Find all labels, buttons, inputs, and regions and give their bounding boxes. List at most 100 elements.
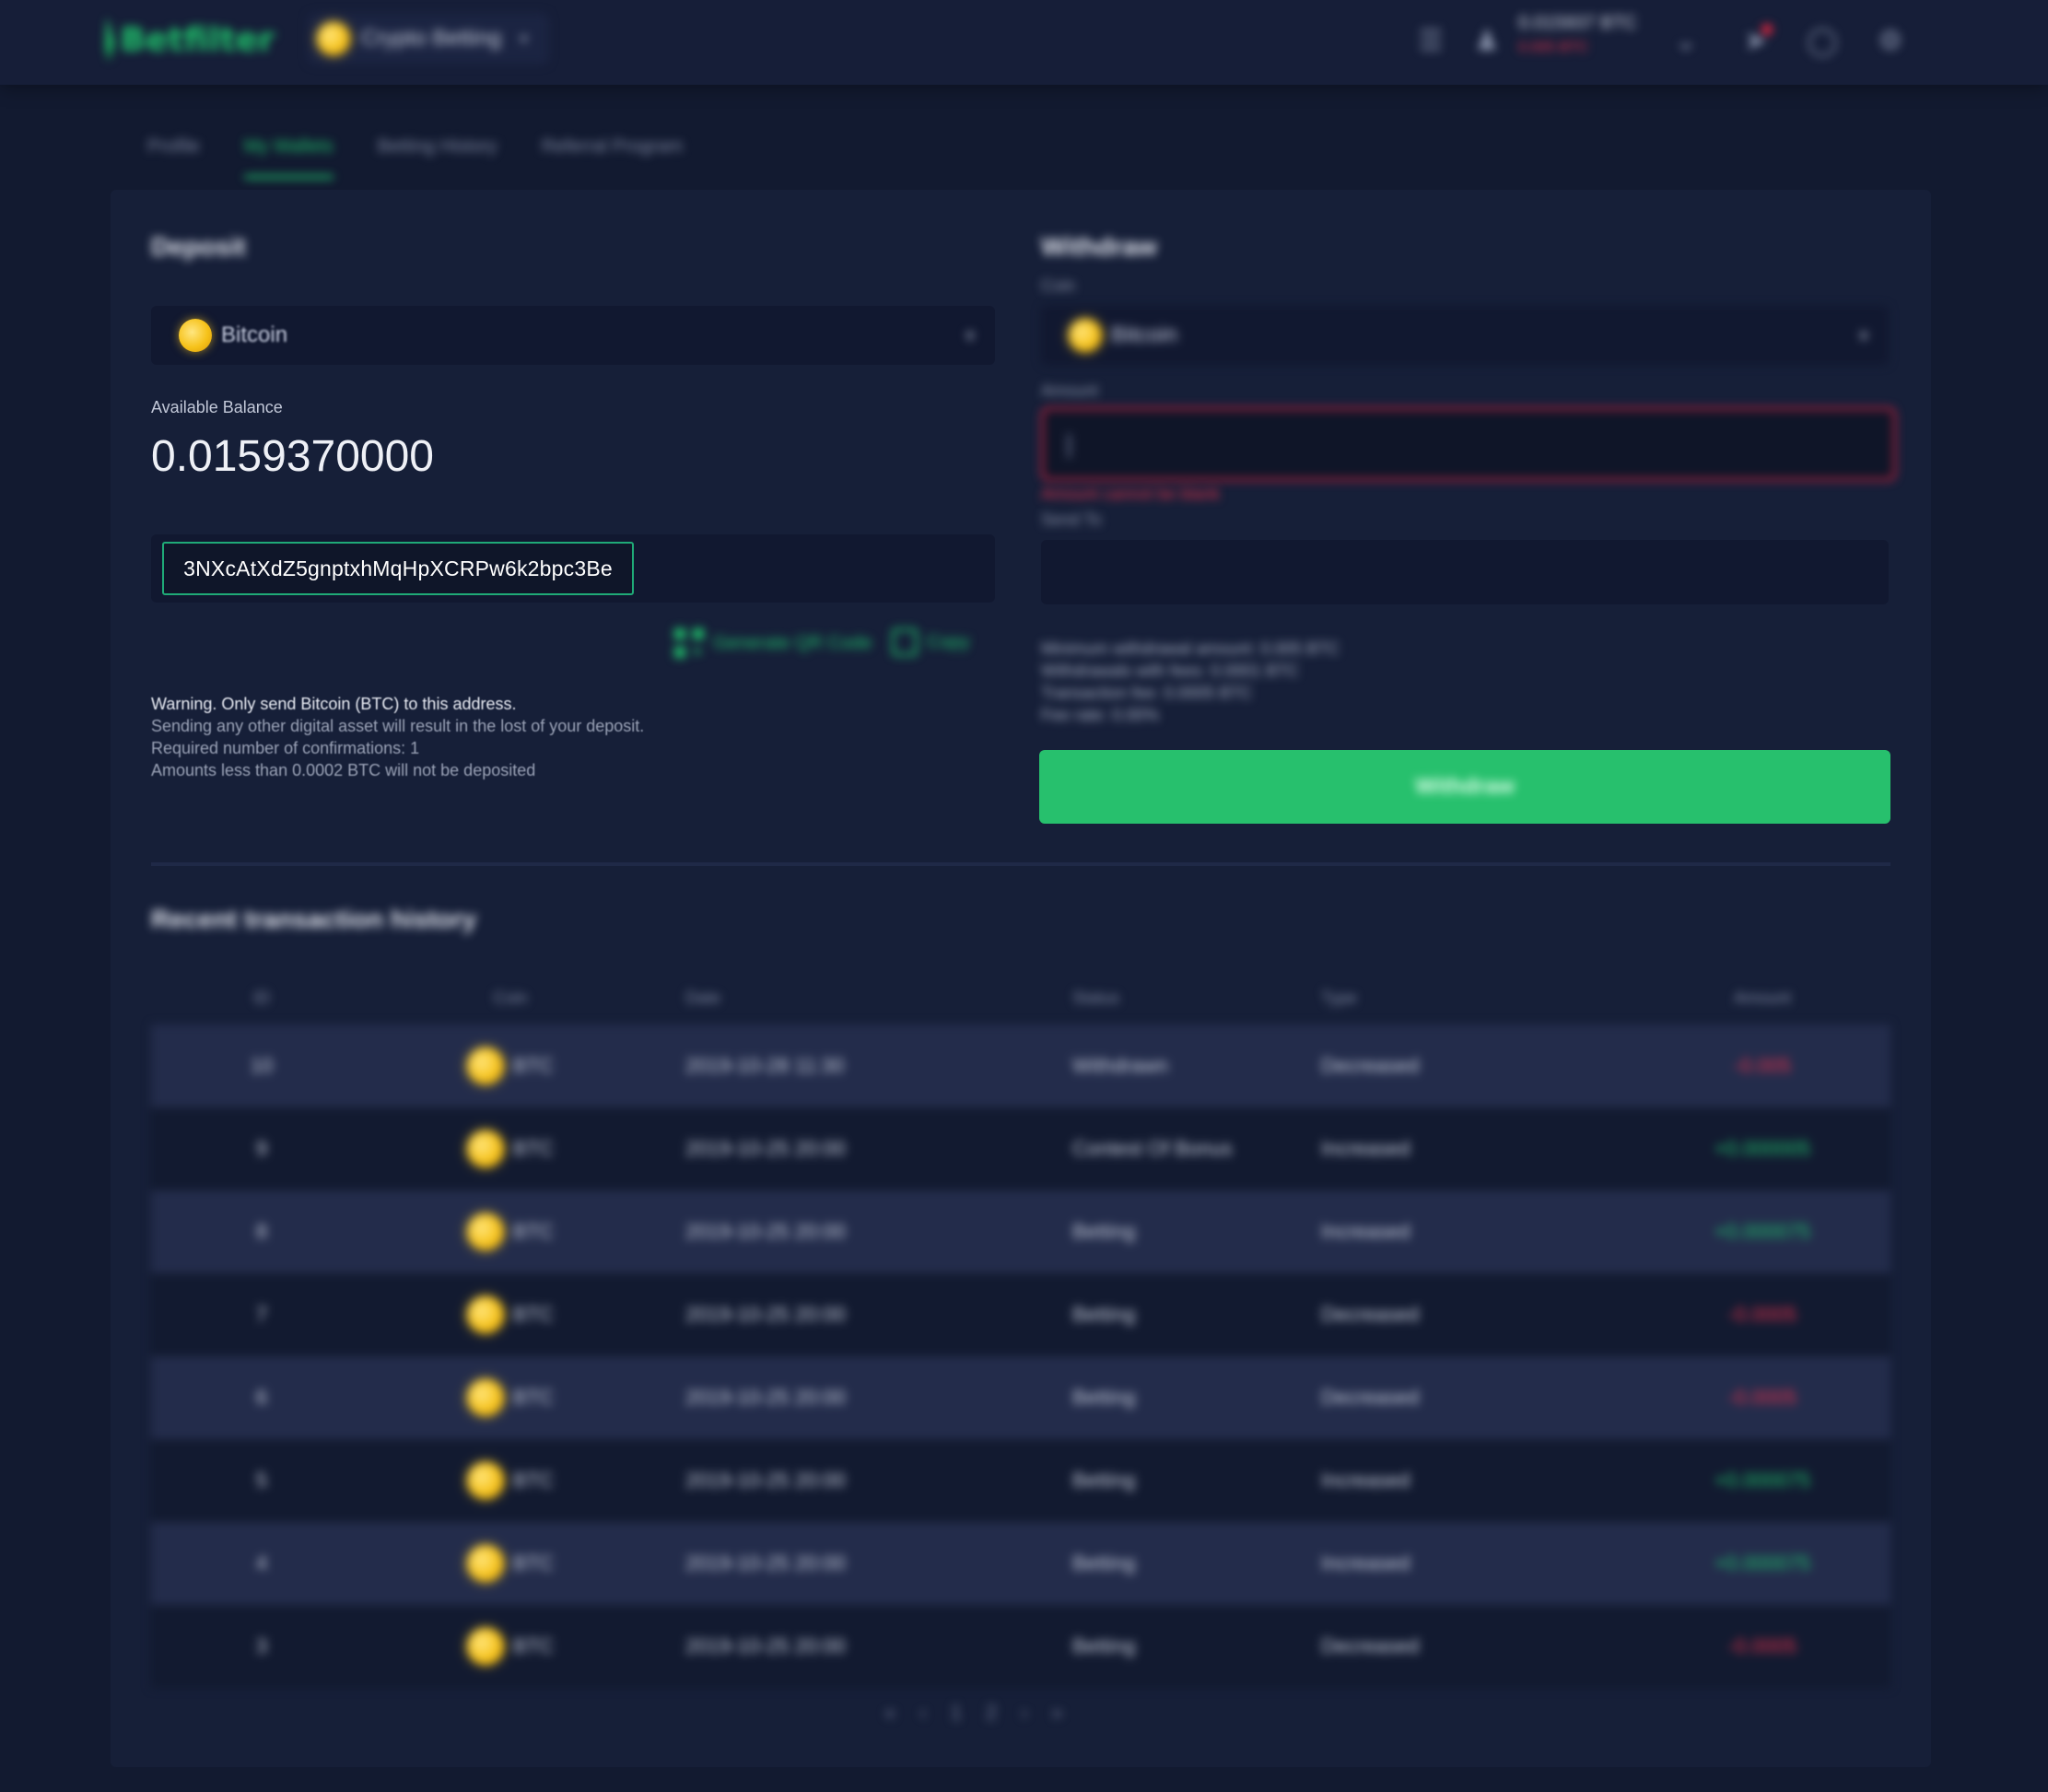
- menu-icon[interactable]: ☰: [1412, 22, 1449, 59]
- cell-id: 10: [250, 1054, 274, 1077]
- warning-line: Amounts less than 0.0002 BTC will not be…: [151, 761, 536, 779]
- cell-date: 2019-10-25 20:00: [685, 1137, 846, 1160]
- logo[interactable]: Betfilter: [105, 13, 275, 66]
- send-to-input[interactable]: [1041, 540, 1889, 604]
- withdraw-button[interactable]: Withdraw: [1039, 750, 1890, 824]
- cell-status: Betting: [1072, 1303, 1136, 1326]
- warning-line: Required number of confirmations: 1: [151, 739, 420, 757]
- fee-line: Transaction fee: 0.0005 BTC: [1041, 684, 1253, 702]
- cell-coin: BTC: [372, 1462, 649, 1499]
- cell-type: Decreased: [1321, 1386, 1420, 1409]
- withdraw-coin-select[interactable]: Bitcoin ▾: [1041, 306, 1889, 365]
- copy-address-button[interactable]: Copy: [892, 628, 970, 656]
- cell-status: Withdrawn: [1072, 1054, 1168, 1077]
- col-amount: Amount: [1733, 988, 1792, 1007]
- qr-code-icon: [674, 628, 704, 658]
- withdraw-title: Withdraw: [1041, 232, 1157, 261]
- cell-coin: BTC: [372, 1296, 649, 1333]
- tab-betting-history[interactable]: Betting History: [378, 136, 497, 177]
- cell-date: 2019-10-25 20:00: [685, 1634, 846, 1657]
- chevron-down-icon[interactable]: ⌄: [1668, 22, 1704, 59]
- cell-amount: +0.000075: [1714, 1552, 1811, 1575]
- col-coin: Coin: [493, 988, 528, 1007]
- cell-date: 2019-10-25 20:00: [685, 1303, 846, 1326]
- tab-my-wallets[interactable]: My Wallets: [243, 136, 334, 179]
- cell-status: Contest Of Bonus: [1072, 1137, 1233, 1160]
- cell-status: Betting: [1072, 1220, 1136, 1243]
- tab-profile[interactable]: Profile: [147, 136, 200, 177]
- top-navbar: Betfilter Crypto Betting ▾ ☰ ♟ 0.015937 …: [0, 0, 2048, 85]
- cell-coin: BTC: [372, 1130, 649, 1167]
- warning-line: Warning. Only send Bitcoin (BTC) to this…: [151, 695, 517, 713]
- cell-type: Increased: [1321, 1137, 1410, 1160]
- cell-amount: -0.005: [1733, 1054, 1792, 1077]
- wallet-card: Deposit Bitcoin ▾ Available Balance 0.01…: [111, 190, 1931, 1767]
- transaction-table: ID Coin Date Status Type Amount 10 BTC 201…: [151, 971, 1890, 1688]
- cell-status: Betting: [1072, 1386, 1136, 1409]
- cell-coin-label: BTC: [513, 1552, 554, 1575]
- next-page-button[interactable]: ›: [1021, 1701, 1027, 1725]
- table-row: 3 BTC 2019-10-25 20:00 Betting Decreased -0.0…: [151, 1605, 1890, 1688]
- cell-id: 9: [255, 1137, 268, 1160]
- generate-qr-button[interactable]: Generate QR Code: [674, 628, 872, 658]
- user-icon[interactable]: ♟: [1469, 22, 1505, 59]
- deposit-address[interactable]: 3NXcAtXdZ5gnptxhMqHpXCRPw6k2bpc3Be: [162, 542, 634, 595]
- mode-select[interactable]: Crypto Betting ▾: [308, 13, 549, 64]
- withdraw-fee-info: Minimum withdrawal amount: 0.005 BTC Wit…: [1041, 638, 1340, 726]
- cell-amount: -0.0005: [1727, 1634, 1797, 1657]
- cell-status: Betting: [1072, 1634, 1136, 1657]
- page-1-button[interactable]: 1: [951, 1701, 962, 1725]
- rocket-icon[interactable]: ➤: [1738, 22, 1774, 59]
- table-row: 6 BTC 2019-10-25 20:00 Betting Decreased -0.0…: [151, 1356, 1890, 1439]
- tab-referral-program[interactable]: Referral Program: [542, 136, 683, 177]
- chevron-down-icon: ▾: [520, 29, 529, 48]
- col-id: ID: [253, 988, 270, 1007]
- cell-coin: BTC: [372, 1048, 649, 1084]
- table-row: 9 BTC 2019-10-25 20:00 Contest Of Bonus Incr…: [151, 1107, 1890, 1190]
- warning-line: Sending any other digital asset will res…: [151, 717, 645, 735]
- deposit-coin-select[interactable]: Bitcoin ▾: [151, 306, 995, 365]
- cell-id: 6: [255, 1386, 268, 1409]
- cell-type: Increased: [1321, 1469, 1410, 1492]
- copy-label: Copy: [927, 631, 970, 652]
- cell-type: Decreased: [1321, 1054, 1420, 1077]
- cell-amount: -0.0005: [1727, 1303, 1797, 1326]
- amount-input[interactable]: [1041, 407, 1896, 481]
- history-title: Recent transaction history: [151, 905, 477, 933]
- cell-status: Betting: [1072, 1469, 1136, 1492]
- text-caret: [1068, 434, 1071, 458]
- table-row: 7 BTC 2019-10-25 20:00 Betting Decreased -0.0…: [151, 1273, 1890, 1356]
- col-type: Type: [1321, 988, 1358, 1007]
- cell-id: 3: [255, 1634, 268, 1657]
- cell-id: 8: [255, 1220, 268, 1243]
- amount-error: Amount cannot be blank: [1041, 485, 1221, 503]
- section-divider: [151, 862, 1890, 866]
- logo-mark-icon: [105, 18, 115, 62]
- cell-id: 4: [255, 1552, 268, 1575]
- cell-type: Increased: [1321, 1552, 1410, 1575]
- deposit-title: Deposit: [151, 232, 246, 261]
- cell-amount: +0.000005: [1714, 1137, 1811, 1160]
- deposit-warnings: Warning. Only send Bitcoin (BTC) to this…: [151, 693, 644, 781]
- bitcoin-icon: [467, 1130, 504, 1167]
- bitcoin-icon: [1069, 319, 1102, 352]
- fee-line: Fee rate: 0.00%: [1041, 706, 1160, 724]
- prev-page-button[interactable]: ‹: [919, 1701, 926, 1725]
- chevron-down-icon: ▾: [965, 325, 975, 346]
- table-row: 5 BTC 2019-10-25 20:00 Betting Increased +0.0…: [151, 1439, 1890, 1522]
- bitcoin-icon: [467, 1462, 504, 1499]
- last-page-button[interactable]: »: [1051, 1701, 1062, 1725]
- info-icon[interactable]: ◯: [1804, 22, 1841, 59]
- mode-select-label: Crypto Betting: [361, 26, 502, 51]
- account-tabs: Profile My Wallets Betting History Refer…: [147, 136, 683, 179]
- page-2-button[interactable]: 2: [986, 1701, 997, 1725]
- deposit-coin-label: Bitcoin: [221, 322, 288, 347]
- cell-date: 2019-10-25 20:00: [685, 1552, 846, 1575]
- cell-date: 2019-10-25 20:00: [685, 1220, 846, 1243]
- cell-coin-label: BTC: [513, 1303, 554, 1326]
- col-date: Date: [685, 988, 721, 1007]
- settings-icon[interactable]: ⚙: [1872, 22, 1909, 59]
- first-page-button[interactable]: «: [884, 1701, 895, 1725]
- cell-amount: +0.000075: [1714, 1220, 1811, 1243]
- bitcoin-icon: [317, 22, 350, 55]
